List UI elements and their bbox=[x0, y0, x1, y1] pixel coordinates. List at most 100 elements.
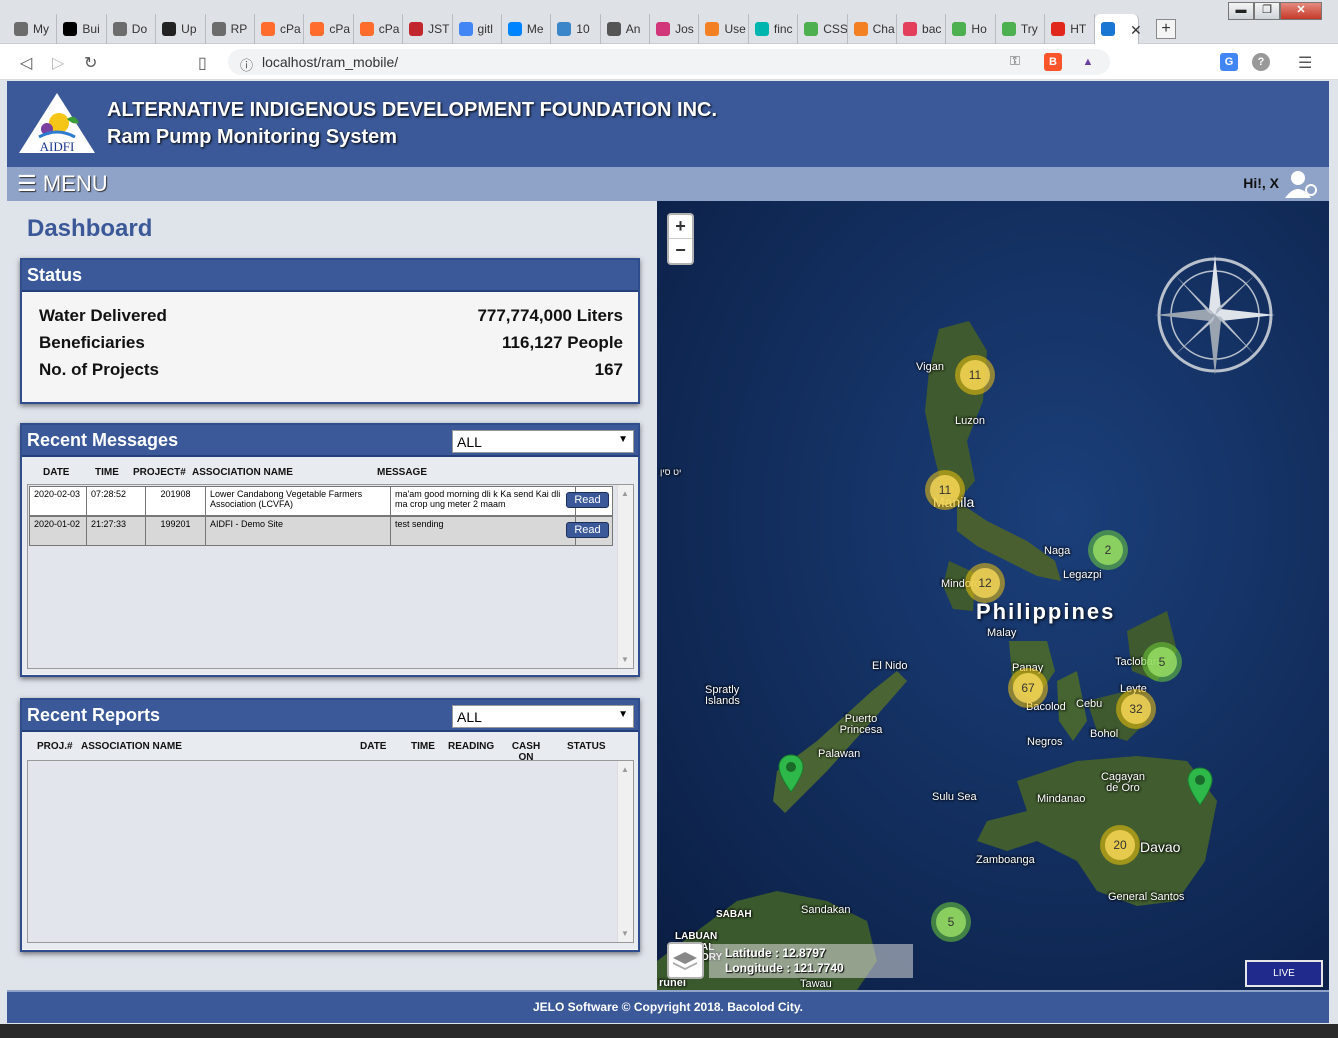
map-label: Davao bbox=[1140, 839, 1181, 855]
browser-tab[interactable]: JST bbox=[403, 14, 453, 44]
map-pin-icon[interactable] bbox=[778, 754, 804, 794]
cell-time: 07:28:52 bbox=[87, 487, 146, 515]
globe-icon bbox=[14, 22, 28, 36]
layers-control[interactable] bbox=[667, 942, 704, 979]
messages-body: DATE TIME PROJECT# ASSOCIATION NAME MESS… bbox=[22, 457, 638, 674]
browser-tab[interactable]: Bui bbox=[57, 14, 107, 44]
map-pin-icon[interactable] bbox=[1187, 767, 1213, 807]
dashboard-panel: Dashboard Status Water Delivered 777,774… bbox=[7, 201, 657, 990]
translate-icon[interactable]: G bbox=[1220, 53, 1238, 71]
menu-icon[interactable]: ☰ bbox=[1298, 53, 1312, 73]
scroll-up-icon[interactable]: ▲ bbox=[621, 489, 629, 498]
reports-list[interactable]: ▲ ▼ bbox=[27, 760, 634, 943]
new-tab-button[interactable]: + bbox=[1156, 19, 1176, 39]
scroll-up-icon[interactable]: ▲ bbox=[621, 765, 629, 774]
menu-button[interactable]: ☰ MENU bbox=[17, 171, 108, 197]
browser-tab[interactable]: cPa bbox=[304, 14, 354, 44]
tab-label: finc bbox=[773, 22, 793, 36]
reports-scrollbar[interactable]: ▲ ▼ bbox=[617, 761, 633, 942]
cluster-count: 11 bbox=[930, 475, 960, 505]
project-cluster[interactable]: 5 bbox=[1142, 642, 1182, 682]
project-cluster[interactable]: 20 bbox=[1100, 825, 1140, 865]
user-settings-icon[interactable] bbox=[1283, 169, 1319, 199]
cell-association: Lower Candabong Vegetable Farmers Associ… bbox=[206, 487, 391, 515]
chevron-down-icon: ▼ bbox=[618, 709, 628, 720]
url-text[interactable]: localhost/ram_mobile/ bbox=[262, 54, 398, 70]
zoom-out-button[interactable]: − bbox=[669, 239, 692, 263]
project-cluster[interactable]: 67 bbox=[1008, 668, 1048, 708]
browser-tab[interactable]: Cha bbox=[848, 14, 898, 44]
music-icon bbox=[1100, 22, 1115, 36]
live-button[interactable]: LIVE bbox=[1245, 960, 1323, 987]
messages-scrollbar[interactable]: ▲ ▼ bbox=[617, 485, 633, 668]
forward-icon[interactable]: ▷ bbox=[52, 53, 64, 73]
maximize-button[interactable]: ❐ bbox=[1254, 2, 1280, 20]
stat-value: 116,127 People bbox=[502, 333, 623, 352]
browser-tab[interactable]: HT bbox=[1045, 14, 1095, 44]
browser-tab[interactable]: bac bbox=[897, 14, 947, 44]
map-label: General Santos bbox=[1108, 891, 1185, 903]
column-header: TIME bbox=[411, 741, 435, 752]
tab-list: My Bui Do Up RP cPa cPa cPa JST gitl Me 10 An Jos Use f… bbox=[8, 14, 1139, 44]
project-cluster[interactable]: 2 bbox=[1088, 530, 1128, 570]
browser-tab[interactable]: finc bbox=[749, 14, 799, 44]
browser-tab[interactable]: Try bbox=[996, 14, 1046, 44]
svg-text:AIDFI: AIDFI bbox=[40, 139, 75, 154]
brave-icon[interactable]: B bbox=[1044, 53, 1062, 71]
minimize-button[interactable]: ▬ bbox=[1228, 2, 1254, 20]
stat-label: Beneficiaries bbox=[39, 333, 145, 352]
messages-list[interactable]: 2020-02-03 07:28:52 201908 Lower Candabo… bbox=[27, 484, 634, 669]
browser-tab[interactable]: cPa bbox=[354, 14, 404, 44]
browser-tab[interactable]: Do bbox=[107, 14, 157, 44]
browser-tab[interactable]: Use bbox=[699, 14, 749, 44]
project-cluster[interactable]: 12 bbox=[965, 563, 1005, 603]
project-cluster[interactable]: 5 bbox=[931, 902, 971, 942]
window-close-button[interactable]: ✕ bbox=[1280, 2, 1322, 20]
browser-tab[interactable]: RP bbox=[206, 14, 255, 44]
menu-bar: ☰ MENU Hi!, X bbox=[7, 167, 1329, 201]
browser-tab[interactable]: Me bbox=[502, 14, 552, 44]
column-header: PROJECT# bbox=[133, 467, 186, 478]
messages-filter-select[interactable]: ALL ▼ bbox=[452, 430, 634, 453]
project-cluster[interactable]: 11 bbox=[955, 355, 995, 395]
browser-tab[interactable]: My bbox=[8, 14, 58, 44]
messages-panel-header: Recent Messages ALL ▼ bbox=[22, 425, 638, 457]
info-icon[interactable]: ⓘ bbox=[240, 55, 253, 74]
key-icon[interactable]: ⚿ bbox=[1010, 53, 1020, 69]
back-icon[interactable]: ◁ bbox=[20, 53, 32, 73]
browser-tab[interactable]: gitl bbox=[453, 14, 502, 44]
reports-filter-value: ALL bbox=[457, 709, 482, 725]
read-button[interactable]: Read bbox=[566, 522, 609, 538]
bookmark-icon[interactable]: ▯ bbox=[198, 53, 207, 73]
browser-tab[interactable]: Up bbox=[156, 14, 206, 44]
tab-label: 10 bbox=[576, 22, 590, 36]
map-view[interactable]: + − Vigan Luzon Manila Naga Legazpi Mind… bbox=[657, 201, 1329, 990]
browser-tab[interactable]: Jos bbox=[650, 14, 700, 44]
shield-icon[interactable]: ? bbox=[1252, 53, 1270, 71]
cpanel-icon bbox=[359, 22, 374, 36]
scroll-down-icon[interactable]: ▼ bbox=[621, 929, 629, 938]
browser-tab[interactable]: An bbox=[601, 14, 651, 44]
zoom-in-button[interactable]: + bbox=[669, 215, 692, 239]
close-tab-icon[interactable]: ✕ bbox=[1130, 22, 1142, 39]
reports-filter-select[interactable]: ALL ▼ bbox=[452, 705, 634, 728]
cluster-count: 20 bbox=[1105, 830, 1135, 860]
scroll-down-icon[interactable]: ▼ bbox=[621, 655, 629, 664]
rewards-icon[interactable]: ▲ bbox=[1079, 53, 1097, 71]
project-cluster[interactable]: 32 bbox=[1116, 689, 1156, 729]
browser-tab[interactable]: CSS bbox=[798, 14, 848, 44]
browser-tab[interactable]: 10 bbox=[551, 14, 601, 44]
read-button[interactable]: Read bbox=[566, 492, 609, 508]
column-header: DATE bbox=[43, 467, 70, 478]
reload-icon[interactable]: ↻ bbox=[84, 53, 97, 73]
cluster-count: 2 bbox=[1093, 535, 1123, 565]
project-cluster[interactable]: 11 bbox=[925, 470, 965, 510]
cpanel-icon bbox=[310, 22, 325, 36]
browser-tab[interactable]: cPa bbox=[255, 14, 305, 44]
footer: JELO Software © Copyright 2018. Bacolod … bbox=[7, 990, 1329, 1023]
latitude-text: Latitude : 12.8797 bbox=[725, 946, 826, 960]
tab-label: JST bbox=[428, 22, 450, 36]
browser-tab[interactable]: Ho bbox=[946, 14, 996, 44]
reports-panel-title: Recent Reports bbox=[27, 705, 161, 725]
stackoverflow-icon bbox=[705, 22, 720, 36]
